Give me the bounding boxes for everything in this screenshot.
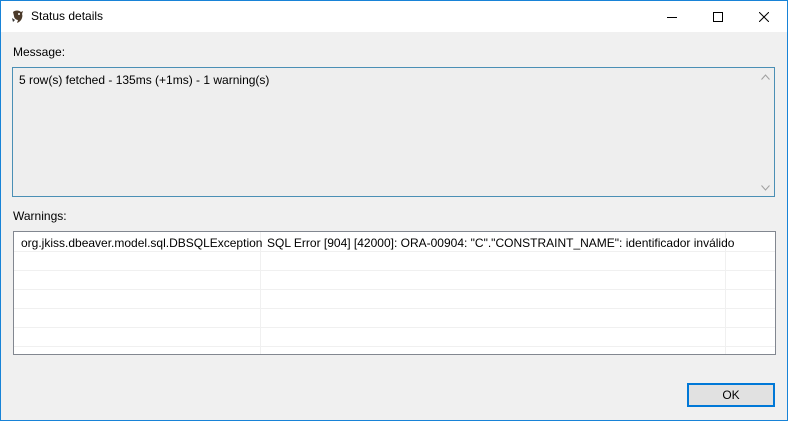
message-textarea[interactable]: 5 row(s) fetched - 135ms (+1ms) - 1 warn… [12,67,775,197]
row-divider [14,289,775,290]
minimize-icon [667,16,677,18]
scroll-down-icon[interactable] [761,185,770,191]
window-title: Status details [31,9,104,23]
row-divider [14,327,775,328]
maximize-icon [713,11,723,22]
close-button[interactable] [741,1,787,32]
message-text: 5 row(s) fetched - 135ms (+1ms) - 1 warn… [19,73,270,87]
row-divider [14,346,775,347]
status-details-window: Status details Message: 5 row(s) fetched… [0,0,788,421]
warning-detail-cell: SQL Error [904] [42000]: ORA-00904: "C".… [267,236,735,250]
warnings-table[interactable]: org.jkiss.dbeaver.model.sql.DBSQLExcepti… [13,231,776,355]
minimize-button[interactable] [649,1,695,32]
message-label: Message: [13,45,66,59]
row-divider [14,251,775,252]
title-bar: Status details [1,1,787,32]
row-divider [14,308,775,309]
ok-button[interactable]: OK [687,383,775,407]
warnings-label: Warnings: [13,209,67,223]
warning-type-cell: org.jkiss.dbeaver.model.sql.DBSQLExcepti… [21,236,263,250]
row-divider [14,270,775,271]
dbeaver-app-icon [10,9,26,25]
scroll-up-icon[interactable] [761,74,770,80]
close-icon [759,11,769,22]
message-scrollbar[interactable] [757,68,774,196]
maximize-button[interactable] [695,1,741,32]
